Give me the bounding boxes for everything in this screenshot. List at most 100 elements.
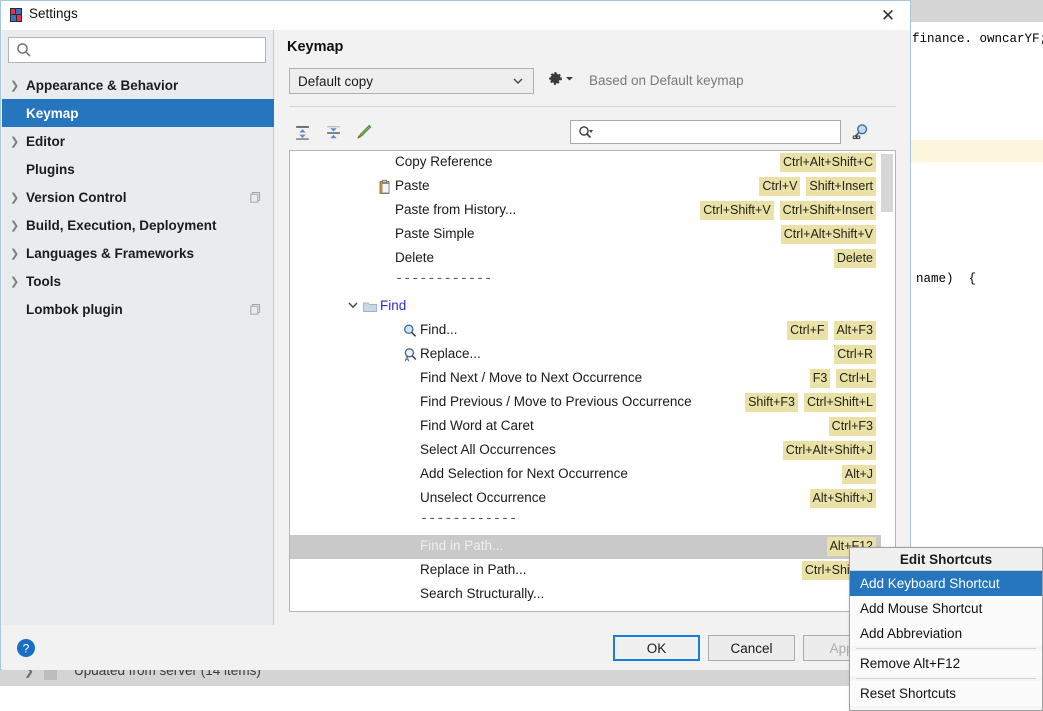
tree-action-row[interactable]: Select All Occurrences Ctrl+Alt+Shift+J xyxy=(290,439,882,463)
project-scope-icon xyxy=(250,303,262,318)
tree-group-row[interactable]: Find xyxy=(290,295,882,319)
svg-text:A: A xyxy=(405,357,410,364)
tree-action-row[interactable]: Paste Simple Ctrl+Alt+Shift+V xyxy=(290,223,882,247)
help-icon[interactable]: ? xyxy=(16,638,36,658)
filter-input[interactable] xyxy=(570,120,841,144)
sidebar-search[interactable] xyxy=(8,37,266,63)
tree-action-row[interactable]: Unselect Occurrence Alt+Shift+J xyxy=(290,487,882,511)
chevron-down-icon[interactable] xyxy=(345,299,361,314)
shortcut-list: Ctrl+Alt+Shift+C xyxy=(780,153,876,172)
sidebar-item-editor[interactable]: ❯ Editor xyxy=(2,127,274,155)
sidebar-item-label: Tools xyxy=(26,273,61,289)
sidebar-item-label: Lombok plugin xyxy=(26,301,123,317)
tree-action-row[interactable]: Find in Path... Alt+F12 xyxy=(290,535,882,559)
context-menu-item-add-abbreviation[interactable]: Add Abbreviation xyxy=(850,621,1042,646)
find-by-shortcut-button[interactable] xyxy=(849,120,873,144)
expand-all-button[interactable] xyxy=(289,119,315,145)
tree-scrollbar[interactable] xyxy=(881,152,894,611)
sidebar-item-lombok-plugin[interactable]: ❯Lombok plugin xyxy=(2,295,274,323)
ok-button[interactable]: OK xyxy=(613,635,700,661)
intellij-logo-icon xyxy=(10,8,22,22)
shortcut-list: Ctrl+F Alt+F3 xyxy=(787,321,876,340)
dialog-titlebar: Settings ✕ xyxy=(1,1,910,30)
settings-dialog: Settings ✕ ❯Appearance & Behavior❯Keymap… xyxy=(0,0,911,670)
keymap-settings-button[interactable] xyxy=(547,70,574,87)
sidebar-item-keymap[interactable]: ❯Keymap xyxy=(2,99,274,127)
tree-scrollbar-thumb[interactable] xyxy=(881,154,893,212)
tree-action-row[interactable]: Copy Reference Ctrl+Alt+Shift+C xyxy=(290,151,882,175)
sidebar-item-label: Build, Execution, Deployment xyxy=(26,217,217,233)
tree-row-label: Add Selection for Next Occurrence xyxy=(420,466,628,481)
sidebar-item-label: Version Control xyxy=(26,189,127,205)
code-line-1: finance. owncarYF; xyxy=(912,32,1043,46)
chevron-right-icon[interactable]: ❯ xyxy=(10,135,26,148)
folder-icon xyxy=(362,299,378,315)
find-by-shortcut-icon xyxy=(852,124,868,140)
tree-row-label: Search Structurally... xyxy=(420,586,545,601)
chevron-right-icon[interactable]: ❯ xyxy=(10,247,26,260)
shortcut-badge[interactable]: Ctrl+V xyxy=(759,177,801,196)
tree-action-row[interactable]: Replace in Path... Ctrl+Shift+R xyxy=(290,559,882,583)
tree-row-label: Find xyxy=(380,298,407,313)
tree-row-label: Find Word at Caret xyxy=(420,418,534,433)
collapse-all-button[interactable] xyxy=(320,119,346,145)
tree-row-label: Paste xyxy=(395,178,430,193)
shortcut-badge[interactable]: Shift+F3 xyxy=(745,393,798,412)
based-on-label: Based on Default keymap xyxy=(589,73,744,88)
shortcut-badge[interactable]: Ctrl+F xyxy=(787,321,828,340)
tree-row-label: Replace in Path... xyxy=(420,562,527,577)
shortcut-badge[interactable]: Delete xyxy=(833,249,876,268)
keymap-select-value: Default copy xyxy=(298,73,374,89)
tree-action-row[interactable]: Add Selection for Next Occurrence Alt+J xyxy=(290,463,882,487)
context-menu-item-add-keyboard-shortcut[interactable]: Add Keyboard Shortcut xyxy=(850,571,1042,596)
shortcut-list: Shift+F3 Ctrl+Shift+L xyxy=(745,393,876,412)
shortcut-badge[interactable]: Ctrl+F3 xyxy=(828,417,876,436)
chevron-right-icon[interactable]: ❯ xyxy=(10,191,26,204)
sidebar-item-version-control[interactable]: ❯ Version Control xyxy=(2,183,274,211)
tree-action-row[interactable]: Find Word at Caret Ctrl+F3 xyxy=(290,415,882,439)
shortcut-badge[interactable]: Ctrl+Alt+Shift+J xyxy=(782,441,876,460)
close-icon[interactable]: ✕ xyxy=(866,1,910,30)
shortcut-badge[interactable]: Ctrl+Alt+Shift+C xyxy=(780,153,876,172)
chevron-right-icon[interactable]: ❯ xyxy=(10,275,26,288)
context-menu-item-add-mouse-shortcut[interactable]: Add Mouse Shortcut xyxy=(850,596,1042,621)
tree-action-row[interactable]: Find Next / Move to Next Occurrence F3 Ctr… xyxy=(290,367,882,391)
sidebar-item-languages-frameworks[interactable]: ❯ Languages & Frameworks xyxy=(2,239,274,267)
keymap-tree-rows: Copy Reference Ctrl+Alt+Shift+C Paste Ctrl+… xyxy=(290,151,882,607)
shortcut-badge[interactable]: Ctrl+Shift+Insert xyxy=(779,201,876,220)
shortcut-badge[interactable]: Ctrl+L xyxy=(836,369,876,388)
shortcut-badge[interactable]: Alt+Shift+J xyxy=(809,489,876,508)
shortcut-badge[interactable]: F3 xyxy=(809,369,831,388)
sidebar-item-build-execution-deployment[interactable]: ❯ Build, Execution, Deployment xyxy=(2,211,274,239)
tree-action-row[interactable]: A Replace... Ctrl+R xyxy=(290,343,882,367)
cancel-button[interactable]: Cancel xyxy=(708,635,795,661)
search-input[interactable] xyxy=(8,37,266,63)
keymap-tree[interactable]: Copy Reference Ctrl+Alt+Shift+C Paste Ctrl+… xyxy=(289,150,896,612)
keymap-select[interactable]: Default copy xyxy=(289,68,534,94)
tree-action-row[interactable]: Paste from History... Ctrl+Shift+V Ctrl+Sh… xyxy=(290,199,882,223)
edit-shortcut-button[interactable] xyxy=(351,119,377,145)
context-menu-item-remove-alt-f12[interactable]: Remove Alt+F12 xyxy=(850,651,1042,676)
tree-action-row[interactable]: Delete Delete xyxy=(290,247,882,271)
shortcut-badge[interactable]: Shift+Insert xyxy=(806,177,876,196)
tree-action-row[interactable]: Paste Ctrl+V Shift+Insert xyxy=(290,175,882,199)
tree-action-row[interactable]: Find Previous / Move to Previous Occurre… xyxy=(290,391,882,415)
chevron-down-icon xyxy=(513,78,523,85)
sidebar-item-appearance-behavior[interactable]: ❯ Appearance & Behavior xyxy=(2,71,274,99)
tree-row-label: Paste Simple xyxy=(395,226,475,241)
shortcut-badge[interactable]: Ctrl+Shift+L xyxy=(803,393,876,412)
shortcut-badge[interactable]: Alt+J xyxy=(841,465,876,484)
chevron-right-icon[interactable]: ❯ xyxy=(10,219,26,232)
tree-action-row[interactable]: Find... Ctrl+F Alt+F3 xyxy=(290,319,882,343)
shortcut-badge[interactable]: Ctrl+Shift+V xyxy=(700,201,774,220)
tree-action-row[interactable]: Search Structurally... xyxy=(290,583,882,607)
sidebar-item-tools[interactable]: ❯ Tools xyxy=(2,267,274,295)
context-menu-item-reset-shortcuts[interactable]: Reset Shortcuts xyxy=(850,681,1042,706)
shortcut-badge[interactable]: Ctrl+R xyxy=(834,345,876,364)
page-title: Keymap xyxy=(287,39,344,55)
sidebar-item-plugins[interactable]: ❯Plugins xyxy=(2,155,274,183)
chevron-right-icon[interactable]: ❯ xyxy=(10,79,26,92)
shortcut-badge[interactable]: Ctrl+Alt+Shift+V xyxy=(780,225,876,244)
shortcut-badge[interactable]: Alt+F3 xyxy=(833,321,876,340)
collapse-all-icon xyxy=(326,125,340,138)
